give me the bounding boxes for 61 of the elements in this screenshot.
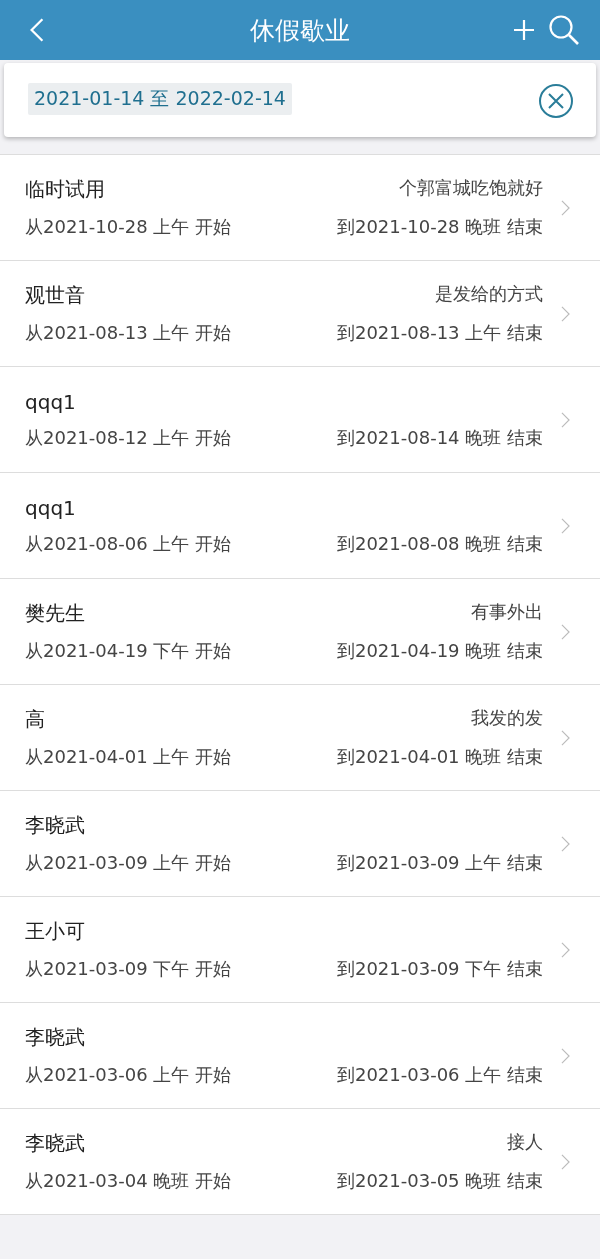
record-name: 临时试用: [25, 176, 105, 203]
record-name: 观世音: [25, 282, 85, 309]
record-note: 个郭富城吃饱就好: [399, 176, 543, 200]
record-note: 接人: [507, 1130, 543, 1154]
end-date: 到2021-03-05 晚班 结束: [336, 1169, 543, 1193]
end-date: 到2021-03-09 上午 结束: [336, 851, 543, 875]
chevron-icon: [561, 623, 570, 640]
start-date: 从2021-08-13 上午 开始: [25, 321, 232, 345]
record-row[interactable]: 高 我发的发 从2021-04-01 上午 开始 到2021-04-01 晚班 结束: [0, 685, 600, 791]
date-range-chip[interactable]: 2021-01-14 至 2022-02-14: [28, 83, 292, 115]
record-row[interactable]: 临时试用 个郭富城吃饱就好 从2021-10-28 上午 开始 到2021-10-28 晚班 结束: [0, 155, 600, 261]
record-name: 李晓武: [25, 1024, 85, 1051]
start-date: 从2021-04-19 下午 开始: [25, 639, 232, 663]
record-note: 有事外出: [471, 600, 543, 624]
record-row[interactable]: qqq1 从2021-08-12 上午 开始 到2021-08-14 晚班 结束: [0, 367, 600, 473]
record-name: 高: [25, 706, 45, 733]
record-note: 我发的发: [471, 706, 543, 730]
page-title: 休假歇业: [250, 14, 350, 47]
record-name: 王小可: [25, 918, 85, 945]
start-date: 从2021-04-01 上午 开始: [25, 745, 232, 769]
record-row[interactable]: 樊先生 有事外出 从2021-04-19 下午 开始 到2021-04-19 晚班 结束: [0, 579, 600, 685]
end-date: 到2021-08-14 晚班 结束: [336, 425, 543, 450]
chevron-icon: [561, 1047, 570, 1064]
end-date: 到2021-04-19 晚班 结束: [336, 639, 543, 663]
chevron-icon: [561, 517, 570, 534]
chevron-icon: [561, 729, 570, 746]
end-date: 到2021-03-09 下午 结束: [336, 957, 543, 981]
add-icon[interactable]: [512, 18, 536, 42]
chevron-icon: [561, 411, 570, 428]
end-date: 到2021-08-08 晚班 结束: [336, 531, 543, 556]
end-date: 到2021-03-06 上午 结束: [336, 1063, 543, 1087]
record-row[interactable]: qqq1 从2021-08-06 上午 开始 到2021-08-08 晚班 结束: [0, 473, 600, 579]
record-row[interactable]: 李晓武 从2021-03-06 上午 开始 到2021-03-06 上午 结束: [0, 1003, 600, 1109]
start-date: 从2021-03-06 上午 开始: [25, 1063, 232, 1087]
chevron-icon: [561, 941, 570, 958]
end-date: 到2021-04-01 晚班 结束: [336, 745, 543, 769]
record-note: 是发给的方式: [435, 282, 543, 306]
record-name: 李晓武: [25, 1130, 85, 1157]
record-name: qqq1: [25, 389, 76, 414]
chevron-icon: [561, 305, 570, 322]
start-date: 从2021-08-12 上午 开始: [25, 425, 232, 450]
record-row[interactable]: 王小可 从2021-03-09 下午 开始 到2021-03-09 下午 结束: [0, 897, 600, 1003]
end-date: 到2021-08-13 上午 结束: [336, 321, 543, 345]
start-date: 从2021-03-04 晚班 开始: [25, 1169, 232, 1193]
record-row[interactable]: 观世音 是发给的方式 从2021-08-13 上午 开始 到2021-08-13 上午 结束: [0, 261, 600, 367]
record-row[interactable]: 李晓武 接人 从2021-03-04 晚班 开始 到2021-03-05 晚班 结束: [0, 1109, 600, 1215]
chevron-icon: [561, 835, 570, 852]
clear-icon[interactable]: [538, 83, 574, 119]
end-date: 到2021-10-28 晚班 结束: [336, 215, 543, 239]
chevron-icon: [561, 1153, 570, 1170]
start-date: 从2021-10-28 上午 开始: [25, 215, 232, 239]
record-row[interactable]: 李晓武 从2021-03-09 上午 开始 到2021-03-09 上午 结束: [0, 791, 600, 897]
record-name: 樊先生: [25, 600, 85, 627]
back-icon[interactable]: [28, 16, 46, 44]
record-name: qqq1: [25, 495, 76, 520]
start-date: 从2021-03-09 上午 开始: [25, 851, 232, 875]
start-date: 从2021-08-06 上午 开始: [25, 531, 232, 556]
chevron-icon: [561, 199, 570, 216]
record-name: 李晓武: [25, 812, 85, 839]
search-icon[interactable]: [548, 14, 580, 46]
start-date: 从2021-03-09 下午 开始: [25, 957, 232, 981]
